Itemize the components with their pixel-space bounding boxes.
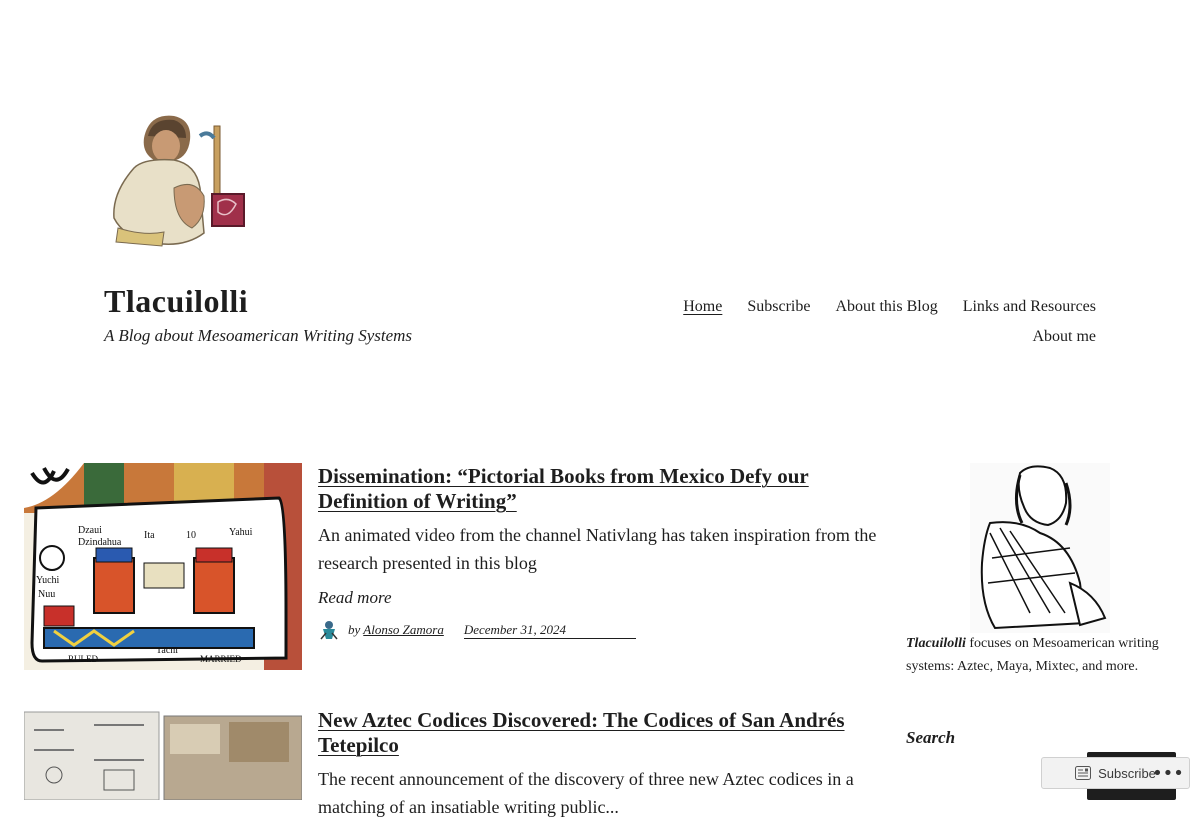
post-thumbnail[interactable]	[24, 710, 302, 800]
thumb-label: MARRIED	[200, 654, 242, 664]
nav-item-links-and-resources[interactable]: Links and Resources	[963, 298, 1096, 315]
post-title[interactable]: New Aztec Codices Discovered: The Codice…	[318, 708, 888, 758]
nav-item-about-me[interactable]: About me	[1032, 328, 1096, 345]
author-avatar-icon[interactable]	[318, 619, 340, 641]
post-title-link[interactable]: Dissemination: “Pictorial Books from Mex…	[318, 464, 809, 513]
more-options-icon[interactable]: •••	[1146, 757, 1190, 789]
post-byline-label: by	[348, 622, 361, 637]
sidebar-about-name: Tlacuilolli	[906, 636, 966, 651]
post-meta: by Alonso Zamora December 31, 2024	[318, 619, 636, 641]
sidebar-about: Tlacuilolli focuses on Mesoamerican writ…	[906, 632, 1166, 678]
thumb-label: Yahui	[229, 527, 253, 538]
search-label: Search	[906, 728, 956, 747]
site-tagline: A Blog about Mesoamerican Writing System…	[104, 326, 413, 345]
thumb-label: Ita	[144, 530, 155, 541]
sidebar-scribe-image	[970, 463, 1110, 633]
post-excerpt: An animated video from the channel Nativ…	[318, 525, 877, 573]
post-title-link[interactable]: New Aztec Codices Discovered: The Codice…	[318, 708, 845, 757]
post-thumbnail[interactable]: Dzaui Dzindahua Ita 10 Yahui Yuchi Nuu T…	[24, 463, 302, 670]
read-more-link[interactable]: Read more	[318, 588, 392, 608]
thumb-label: Dzaui	[78, 525, 102, 536]
thumb-label: Nuu	[38, 589, 55, 600]
thumb-label: 10	[186, 530, 196, 541]
nav-item-subscribe[interactable]: Subscribe	[747, 298, 810, 315]
site-title-link[interactable]: Tlacuilolli	[104, 283, 248, 319]
post-date-link[interactable]: December 31, 2024	[463, 622, 636, 639]
thumb-label: RULED	[68, 654, 98, 664]
thumb-label: Dzindahua	[78, 537, 122, 548]
post-title[interactable]: Dissemination: “Pictorial Books from Mex…	[318, 464, 888, 514]
site-logo-scribe-image[interactable]	[104, 108, 254, 250]
main-navigation: Home Subscribe About this Blog Links and Re…	[576, 292, 1096, 352]
nav-item-home[interactable]: Home	[683, 298, 722, 315]
post-author-link[interactable]: Alonso Zamora	[363, 622, 444, 638]
nav-item-about-this-blog[interactable]: About this Blog	[835, 298, 937, 315]
post-excerpt: The recent announcement of the discovery…	[318, 769, 854, 817]
site-title[interactable]: Tlacuilolli	[104, 283, 248, 320]
reader-icon	[1075, 766, 1092, 780]
thumb-label: Yuchi	[36, 575, 60, 586]
